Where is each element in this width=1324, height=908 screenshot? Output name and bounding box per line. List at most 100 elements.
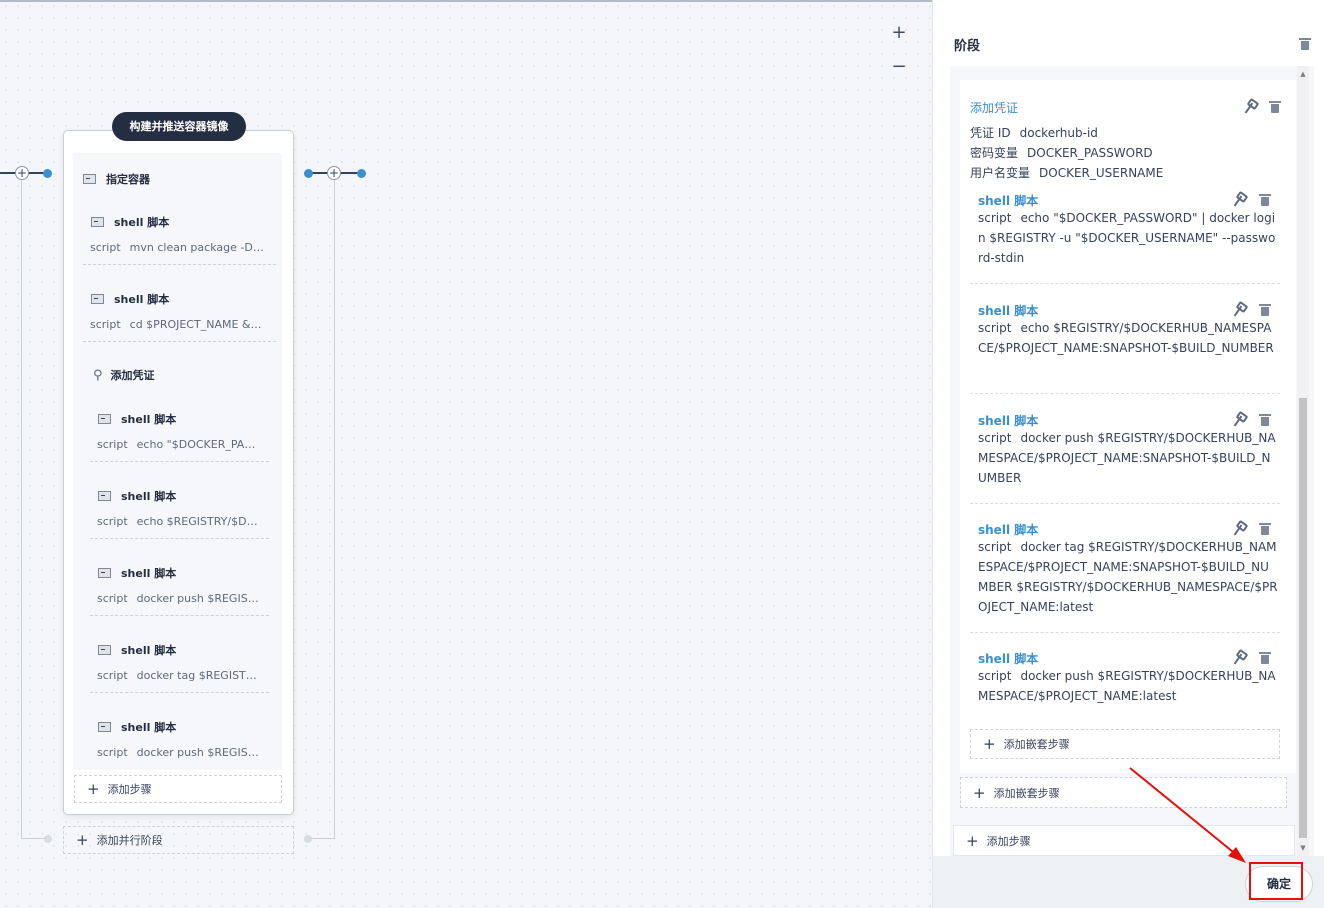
parallel-dot-right <box>304 835 312 843</box>
step-divider <box>90 692 269 693</box>
step-shell-3[interactable]: shell 脚本 <box>98 411 176 427</box>
parallel-branch-line-right <box>334 180 335 839</box>
delete-stage-icon[interactable] <box>1299 38 1311 50</box>
key-icon: ⚲ <box>93 367 103 383</box>
step-shell-7[interactable]: shell 脚本 <box>98 719 176 735</box>
delete-nested-step-3-icon[interactable] <box>1259 414 1271 426</box>
plus-icon: + <box>76 831 89 849</box>
delete-nested-step-4-icon[interactable] <box>1259 523 1271 535</box>
pipeline-canvas: + − + + 构建并推送容器镜像 指定容器 shell 脚本 script mv… <box>0 0 932 908</box>
nested-step-2-title[interactable]: shell 脚本 <box>978 302 1038 319</box>
add-step-label: 添加步骤 <box>107 783 152 796</box>
credential-title[interactable]: 添加凭证 <box>970 99 1018 116</box>
edit-nested-step-4-icon[interactable] <box>1232 523 1244 535</box>
add-stage-after-button[interactable]: + <box>327 166 341 180</box>
nested-divider <box>970 632 1280 633</box>
nested-step-1-title[interactable]: shell 脚本 <box>978 192 1038 209</box>
step-shell-2-desc: scriptcd $PROJECT_NAME && docker build <box>90 318 266 331</box>
terminal-icon <box>98 491 111 501</box>
add-stage-before-button[interactable]: + <box>15 166 29 180</box>
parallel-branch-line-left <box>21 180 22 839</box>
connector-dot-left <box>43 169 52 178</box>
delete-credential-icon[interactable] <box>1269 101 1281 113</box>
edit-credential-icon[interactable] <box>1243 101 1255 113</box>
nested-step-4-desc: script docker tag $REGISTRY/$DOCKERHUB_NA… <box>978 540 1278 614</box>
step-specify-container[interactable]: 指定容器 <box>83 171 150 187</box>
step-shell-6-desc: scriptdocker tag $REGISTRY/$DOCKERHUB <box>97 669 259 682</box>
nested-step-5-desc: script docker push $REGISTRY/$DOCKERHUB_N… <box>978 669 1276 703</box>
stage-card[interactable]: 指定容器 shell 脚本 script mvn clean package -D… <box>63 130 294 815</box>
edit-nested-step-3-icon[interactable] <box>1232 414 1244 426</box>
zoom-in-button[interactable]: + <box>888 22 910 44</box>
scroll-up-icon[interactable]: ▲ <box>1297 68 1309 80</box>
nested-step-3-desc: script docker push $REGISTRY/$DOCKERHUB_N… <box>978 431 1276 485</box>
stage-title-badge[interactable]: 构建并推送容器镜像 <box>112 112 246 141</box>
delete-nested-step-2-icon[interactable] <box>1259 304 1271 316</box>
panel-scroll-area[interactable]: 添加凭证 凭证 ID dockerhub-id 密码变量 DOCKER_PASSWO… <box>950 66 1314 856</box>
nested-step-1-desc: script echo "$DOCKER_PASSWORD" | docker l… <box>978 211 1276 265</box>
step-label: shell 脚本 <box>121 567 177 580</box>
edit-nested-step-5-icon[interactable] <box>1232 652 1244 664</box>
step-shell-6[interactable]: shell 脚本 <box>98 642 176 658</box>
zoom-out-button[interactable]: − <box>888 56 910 78</box>
step-label: shell 脚本 <box>121 644 177 657</box>
step-shell-1-desc: scriptmvn clean package -Dmaven.test.ski… <box>90 241 266 254</box>
terminal-icon <box>98 722 111 732</box>
delete-nested-step-1-icon[interactable] <box>1259 194 1271 206</box>
panel-title: 阶段 <box>954 39 981 54</box>
plus-icon: + <box>983 735 996 753</box>
add-step-panel-button[interactable]: + 添加步骤 <box>953 825 1295 856</box>
add-parallel-stage-label: 添加并行阶段 <box>96 834 163 847</box>
add-nested-step-label: 添加嵌套步骤 <box>1003 738 1070 751</box>
step-shell-4-desc: scriptecho $REGISTRY/$DOCKERHUB_NAMESPAC… <box>97 515 259 528</box>
terminal-icon <box>91 294 104 304</box>
panel-scrollbar[interactable]: ▲ ▼ <box>1297 66 1309 856</box>
plus-icon: + <box>966 831 979 850</box>
step-divider <box>83 264 276 265</box>
scrollbar-thumb[interactable] <box>1299 398 1307 838</box>
terminal-icon <box>98 645 111 655</box>
step-label: shell 脚本 <box>121 413 177 426</box>
edit-nested-step-2-icon[interactable] <box>1232 304 1244 316</box>
step-label: 指定容器 <box>106 173 150 186</box>
step-shell-5[interactable]: shell 脚本 <box>98 565 176 581</box>
nested-divider <box>970 503 1280 504</box>
step-shell-2[interactable]: shell 脚本 <box>91 291 169 307</box>
add-step-button[interactable]: + 添加步骤 <box>74 775 282 803</box>
credential-password-var-field: 密码变量 DOCKER_PASSWORD <box>970 146 1153 160</box>
scroll-down-icon[interactable]: ▼ <box>1297 842 1309 854</box>
plus-icon: + <box>87 780 100 798</box>
step-shell-5-desc: scriptdocker push $REGISTRY/$DOCKERHUB <box>97 592 259 605</box>
parallel-dot-left <box>44 835 52 843</box>
add-nested-step-inner-button[interactable]: + 添加嵌套步骤 <box>970 729 1280 759</box>
plus-icon: + <box>973 783 986 802</box>
step-label: shell 脚本 <box>121 490 177 503</box>
stage-steps-container: 指定容器 shell 脚本 script mvn clean package -D… <box>73 153 282 770</box>
step-label: shell 脚本 <box>114 293 170 306</box>
credential-card: 添加凭证 凭证 ID dockerhub-id 密码变量 DOCKER_PASSWO… <box>960 80 1296 773</box>
terminal-icon <box>98 414 111 424</box>
credential-id-field: 凭证 ID dockerhub-id <box>970 126 1098 140</box>
delete-nested-step-5-icon[interactable] <box>1259 652 1271 664</box>
credential-username-var-field: 用户名变量 DOCKER_USERNAME <box>970 166 1164 180</box>
step-label: 添加凭证 <box>110 369 155 382</box>
step-add-credential[interactable]: ⚲ 添加凭证 <box>93 367 155 383</box>
terminal-icon <box>91 217 104 227</box>
add-nested-step-outer-button[interactable]: + 添加嵌套步骤 <box>960 777 1287 808</box>
nested-step-5-title[interactable]: shell 脚本 <box>978 650 1038 667</box>
step-label: shell 脚本 <box>114 216 170 229</box>
step-label: shell 脚本 <box>121 721 177 734</box>
connector-dot-right <box>304 169 313 178</box>
step-shell-1[interactable]: shell 脚本 <box>91 214 169 230</box>
step-divider <box>83 341 276 342</box>
parallel-branch-foot-right <box>310 838 334 839</box>
confirm-button[interactable]: 确定 <box>1245 866 1313 902</box>
nested-divider <box>970 283 1280 284</box>
step-shell-4[interactable]: shell 脚本 <box>98 488 176 504</box>
add-parallel-stage-button[interactable]: + 添加并行阶段 <box>63 826 294 854</box>
step-divider <box>90 461 269 462</box>
add-nested-step-label: 添加嵌套步骤 <box>993 786 1060 800</box>
edit-nested-step-1-icon[interactable] <box>1232 194 1244 206</box>
nested-step-4-title[interactable]: shell 脚本 <box>978 521 1038 538</box>
nested-step-3-title[interactable]: shell 脚本 <box>978 412 1038 429</box>
